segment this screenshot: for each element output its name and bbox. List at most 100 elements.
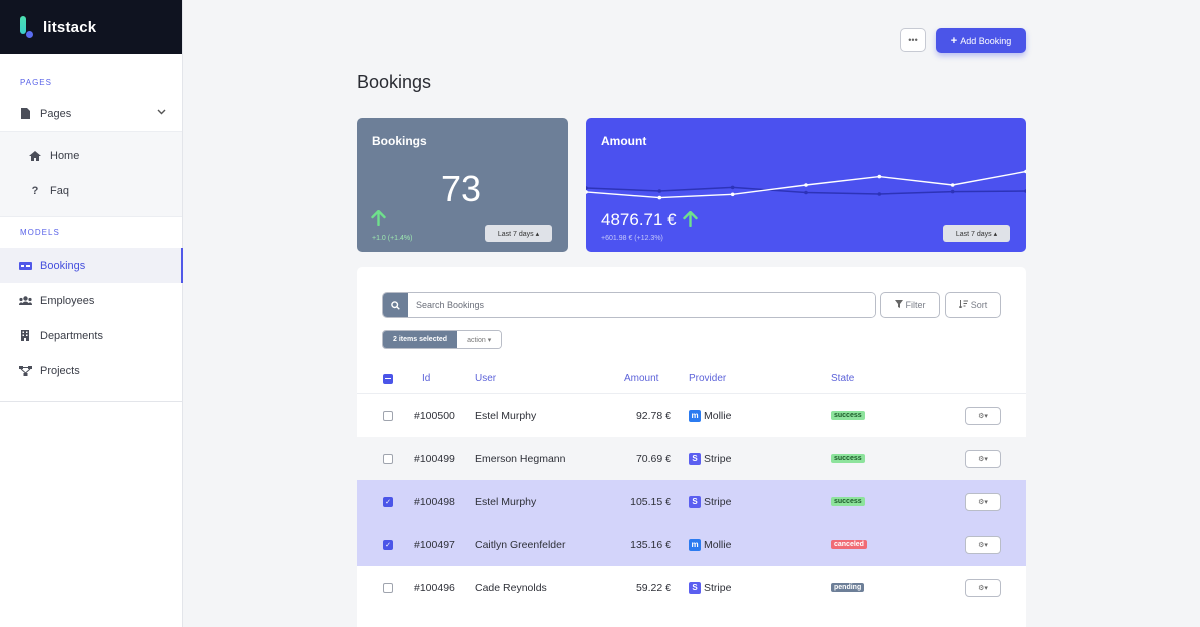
app-name: litstack [43,18,97,36]
row-settings-button[interactable]: ⚙ ▾ [965,449,1001,468]
provider-name: Mollie [704,538,732,551]
sidebar-divider [0,401,182,402]
table-row[interactable]: ✓ #100498 Estel Murphy 105.15 € S Stripe… [357,480,1026,523]
sidebar-item-home[interactable]: Home [0,138,182,173]
add-booking-button[interactable]: + Add Booking [936,28,1026,53]
stripe-logo-icon: S [689,581,701,594]
sidebar-item-label: Faq [50,184,69,197]
sidebar-item-pages[interactable]: Pages [0,96,182,131]
selected-count: 2 items selected [383,331,458,348]
card-title: Bookings [372,134,427,148]
booking-state: success [831,480,865,523]
sidebar-item-faq[interactable]: ? Faq [0,173,182,208]
row-settings-button[interactable]: ⚙ ▾ [965,535,1001,554]
data-point [877,192,882,196]
provider-name: Mollie [704,409,732,422]
stripe-logo-icon: S [689,495,701,508]
network-icon [18,365,32,376]
row-actions: ⚙ ▾ [965,523,1001,566]
selection-actions: 2 items selected action ▾ [382,330,503,349]
row-settings-button[interactable]: ⚙ ▾ [965,492,1001,511]
column-header-provider[interactable]: Provider [689,364,726,393]
row-settings-button[interactable]: ⚙ ▾ [965,406,1001,425]
booking-amount: 59.22 € [635,581,671,594]
row-actions: ⚙ ▾ [965,394,1001,437]
booking-provider: S Stripe [689,437,731,480]
search-icon[interactable] [383,293,408,317]
booking-amount: 105.15 € [630,495,671,508]
page-title: Bookings [357,72,432,92]
row-checkbox[interactable] [383,437,393,480]
plus-icon: + [950,34,958,47]
bookings-table-panel: Filter Sort 2 items selected action ▾ Id… [357,267,1026,627]
booking-id[interactable]: #100500 [414,394,455,437]
row-actions: ⚙ ▾ [965,437,1001,480]
booking-state: success [831,394,865,437]
data-point [730,192,735,197]
sidebar-item-bookings[interactable]: Bookings [0,248,183,283]
mollie-logo-icon: m [689,409,701,422]
row-checkbox[interactable] [383,394,393,437]
booking-provider: m Mollie [689,523,731,566]
sidebar-item-departments[interactable]: Departments [0,318,182,353]
column-header-user[interactable]: User [475,364,496,393]
sidebar-item-projects[interactable]: Projects [0,353,182,388]
booking-id[interactable]: #100497 [414,523,455,566]
trend-up-icon [371,209,386,231]
filter-button[interactable]: Filter [880,292,940,318]
amount-number: 4876.71 € [601,210,677,229]
column-header-amount[interactable]: Amount [624,364,658,393]
bookings-delta: +1.0 (+1.4%) [372,235,413,242]
more-options-button[interactable]: ••• [900,28,926,52]
sidebar-item-label: Pages [40,107,72,120]
booking-provider: m Mollie [689,394,731,437]
bookings-stat-card: Bookings 73 +1.0 (+1.4%) Last 7 days ▴ [357,118,568,252]
row-checkbox[interactable] [383,566,393,609]
row-checkbox[interactable]: ✓ [383,523,393,566]
booking-user: Estel Murphy [475,409,537,422]
booking-provider: S Stripe [689,480,731,523]
status-badge: pending [831,583,865,592]
column-header-id[interactable]: Id [422,364,430,393]
provider-name: Stripe [704,581,732,594]
building-icon [18,330,32,341]
table-row[interactable]: #100500 Estel Murphy 92.78 € m Mollie su… [357,394,1026,437]
status-badge: success [831,411,865,420]
column-header-state[interactable]: State [831,364,854,393]
booking-id[interactable]: #100498 [414,480,455,523]
table-row[interactable]: #100496 Cade Reynolds 59.22 € S Stripe p… [357,566,1026,609]
pages-submenu: Home ? Faq [0,131,182,217]
caret-down-icon: ▾ [984,498,988,506]
row-settings-button[interactable]: ⚙ ▾ [965,578,1001,597]
table-row[interactable]: #100499 Emerson Hegmann 70.69 € S Stripe… [357,437,1026,480]
booking-amount: 135.16 € [630,538,671,551]
booking-user: Estel Murphy [475,495,537,508]
bulk-action-dropdown[interactable]: action ▾ [457,331,502,348]
mollie-logo-icon: m [689,538,701,551]
booking-id[interactable]: #100499 [414,437,455,480]
file-icon [18,108,32,119]
sidebar-item-label: Employees [40,294,95,307]
booking-id[interactable]: #100496 [414,566,455,609]
status-badge: success [831,497,865,506]
search-bar [382,292,876,318]
search-input[interactable] [408,293,875,317]
provider-name: Stripe [704,495,732,508]
stripe-logo-icon: S [689,452,701,465]
amount-range-dropdown[interactable]: Last 7 days ▴ [943,225,1010,242]
data-point [950,189,955,194]
select-all-checkbox[interactable] [383,364,393,393]
booking-user: Caitlyn Greenfelder [475,538,566,551]
table-row[interactable]: ✓ #100497 Caitlyn Greenfelder 135.16 € m… [357,523,1026,566]
data-point [877,174,882,179]
booking-state: success [831,437,865,480]
row-checkbox[interactable]: ✓ [383,480,393,523]
question-icon: ? [31,184,39,197]
bookings-range-dropdown[interactable]: Last 7 days ▴ [485,225,552,242]
bookings-count: 73 [440,168,482,209]
filter-icon [894,300,903,310]
section-label-pages: PAGES [20,78,52,87]
sort-button[interactable]: Sort [945,292,1001,318]
amount-value: 4876.71 € [601,210,699,232]
sidebar-item-employees[interactable]: Employees [0,283,182,318]
